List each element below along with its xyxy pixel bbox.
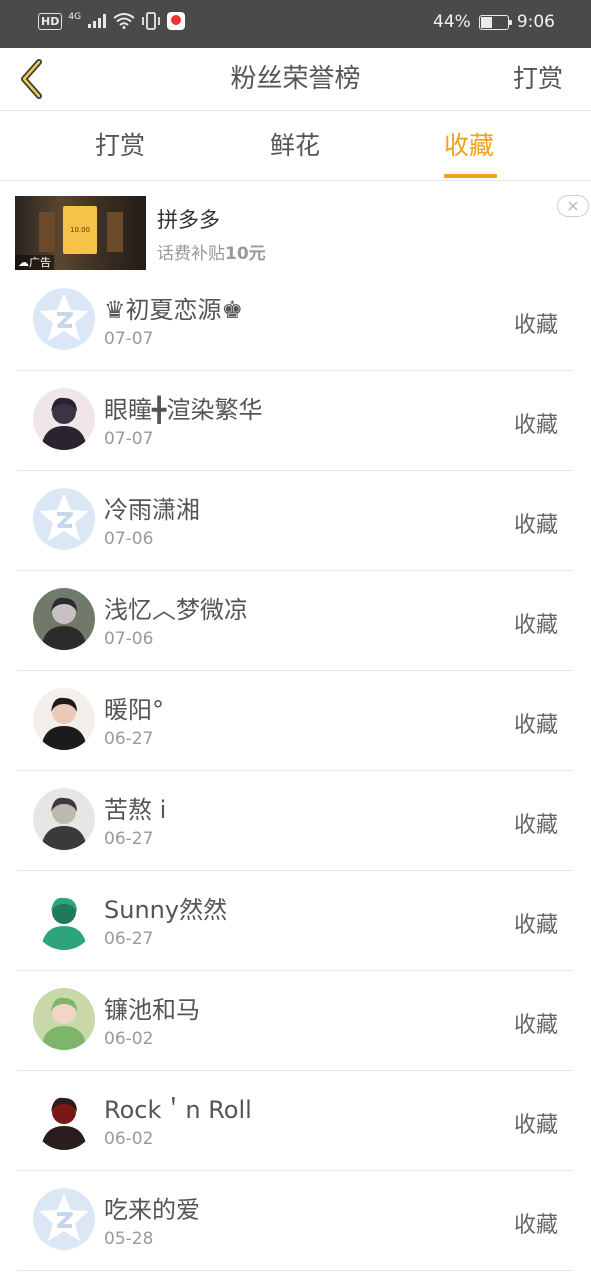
item-date: 05-28 (104, 1229, 154, 1249)
item-date: 07-06 (104, 529, 154, 549)
ad-subtitle-prefix: 话费补贴 (157, 244, 225, 264)
page-title: 粉丝荣誉榜 (230, 64, 361, 94)
ad-subtitle-amount: 10元 (225, 244, 266, 264)
user-name: 苦熬 i (104, 796, 167, 824)
active-tab-indicator (444, 174, 497, 178)
list-item-3[interactable]: 冷雨潇湘 07-06 收藏 (17, 471, 574, 571)
chevron-left-icon (21, 59, 42, 99)
ad-title[interactable]: 拼多多 (157, 204, 220, 234)
hd-badge: HD (38, 12, 63, 30)
list-item-9[interactable]: Rock＇n Roll 06-02 收藏 (17, 1071, 574, 1171)
battery-fill (480, 16, 492, 28)
ad-close-button[interactable] (557, 195, 589, 217)
tip-button[interactable]: 打赏 (513, 48, 563, 110)
status-left: HD 4G (38, 12, 186, 30)
item-action-label: 收藏 (513, 1213, 558, 1238)
ad-image[interactable]: 10.00 ☁广告 (15, 196, 146, 270)
ad-image-decor (107, 212, 123, 252)
item-action-label: 收藏 (513, 313, 558, 338)
default-avatar-icon[interactable] (33, 288, 95, 350)
avatar[interactable] (33, 788, 95, 850)
item-date: 06-02 (104, 1129, 154, 1149)
network-type: 4G (68, 12, 82, 22)
tab-bar: 打赏 鲜花 收藏 (0, 111, 591, 181)
item-date: 07-07 (104, 429, 154, 449)
ad-coupon-card: 10.00 (63, 206, 97, 254)
favorites-list: ♛初夏恋源♚ 07-07 收藏 眼瞳╋渲染繁华 07-07 收藏 冷雨潇湘 07… (17, 271, 574, 1271)
ad-subtitle: 话费补贴10元 (157, 239, 266, 264)
item-action-label: 收藏 (513, 713, 558, 738)
user-name: 镰池和马 (104, 996, 200, 1024)
user-name: 眼瞳╋渲染繁华 (104, 396, 263, 424)
tab-favorites[interactable]: 收藏 (444, 111, 494, 181)
item-date: 06-27 (104, 829, 154, 849)
user-name: Rock＇n Roll (104, 1096, 252, 1124)
user-name: Sunny然然 (104, 896, 228, 924)
list-item-8[interactable]: 镰池和马 06-02 收藏 (17, 971, 574, 1071)
tab-flowers[interactable]: 鲜花 (270, 111, 320, 181)
wifi-icon (113, 13, 135, 29)
item-action-label: 收藏 (513, 913, 558, 938)
tab-tip[interactable]: 打赏 (95, 111, 145, 181)
item-action-label: 收藏 (513, 1013, 558, 1038)
user-name: 吃来的爱 (104, 1196, 200, 1224)
item-date: 06-02 (104, 1029, 154, 1049)
vibrate-icon (142, 12, 160, 30)
clock: 9:06 (516, 12, 555, 32)
avatar[interactable] (33, 988, 95, 1050)
list-item-10[interactable]: 吃来的爱 05-28 收藏 (17, 1171, 574, 1271)
default-avatar-icon[interactable] (33, 488, 95, 550)
user-name: 暖阳° (104, 696, 164, 724)
list-item-6[interactable]: 苦熬 i 06-27 收藏 (17, 771, 574, 871)
item-action-label: 收藏 (513, 513, 558, 538)
list-item-1[interactable]: ♛初夏恋源♚ 07-07 收藏 (17, 271, 574, 371)
avatar[interactable] (33, 388, 95, 450)
avatar[interactable] (33, 1088, 95, 1150)
ad-coupon-value: 10.00 (69, 226, 91, 234)
back-button[interactable] (12, 54, 52, 104)
item-date: 06-27 (104, 729, 154, 749)
avatar[interactable] (33, 888, 95, 950)
user-name: 冷雨潇湘 (104, 496, 200, 524)
header: 粉丝荣誉榜 打赏 (0, 48, 591, 111)
close-icon (568, 201, 578, 211)
user-name: 浅忆︿梦微凉 (104, 596, 248, 624)
list-item-4[interactable]: 浅忆︿梦微凉 07-06 收藏 (17, 571, 574, 671)
item-date: 07-07 (104, 329, 154, 349)
item-action-label: 收藏 (513, 413, 558, 438)
item-date: 07-06 (104, 629, 154, 649)
ad-label: ☁广告 (15, 255, 54, 270)
ad-banner[interactable]: 10.00 ☁广告 拼多多 话费补贴10元 (0, 182, 591, 272)
app-notification-icon (167, 12, 186, 30)
item-action-label: 收藏 (513, 813, 558, 838)
battery-percent: 44% (433, 12, 471, 32)
status-right: 44% 9:06 (433, 12, 555, 32)
user-name: ♛初夏恋源♚ (104, 296, 244, 324)
signal-icon (88, 14, 107, 28)
list-item-7[interactable]: Sunny然然 06-27 收藏 (17, 871, 574, 971)
item-action-label: 收藏 (513, 613, 558, 638)
ad-image-decor (39, 212, 55, 252)
item-date: 06-27 (104, 929, 154, 949)
list-item-5[interactable]: 暖阳° 06-27 收藏 (17, 671, 574, 771)
default-avatar-icon[interactable] (33, 1188, 95, 1250)
item-action-label: 收藏 (513, 1113, 558, 1138)
ad-label-text: 广告 (29, 256, 51, 269)
avatar[interactable] (33, 688, 95, 750)
status-bar: HD 4G 44% 9:06 (0, 0, 591, 48)
avatar[interactable] (33, 588, 95, 650)
battery-icon (478, 14, 512, 30)
list-item-2[interactable]: 眼瞳╋渲染繁华 07-07 收藏 (17, 371, 574, 471)
